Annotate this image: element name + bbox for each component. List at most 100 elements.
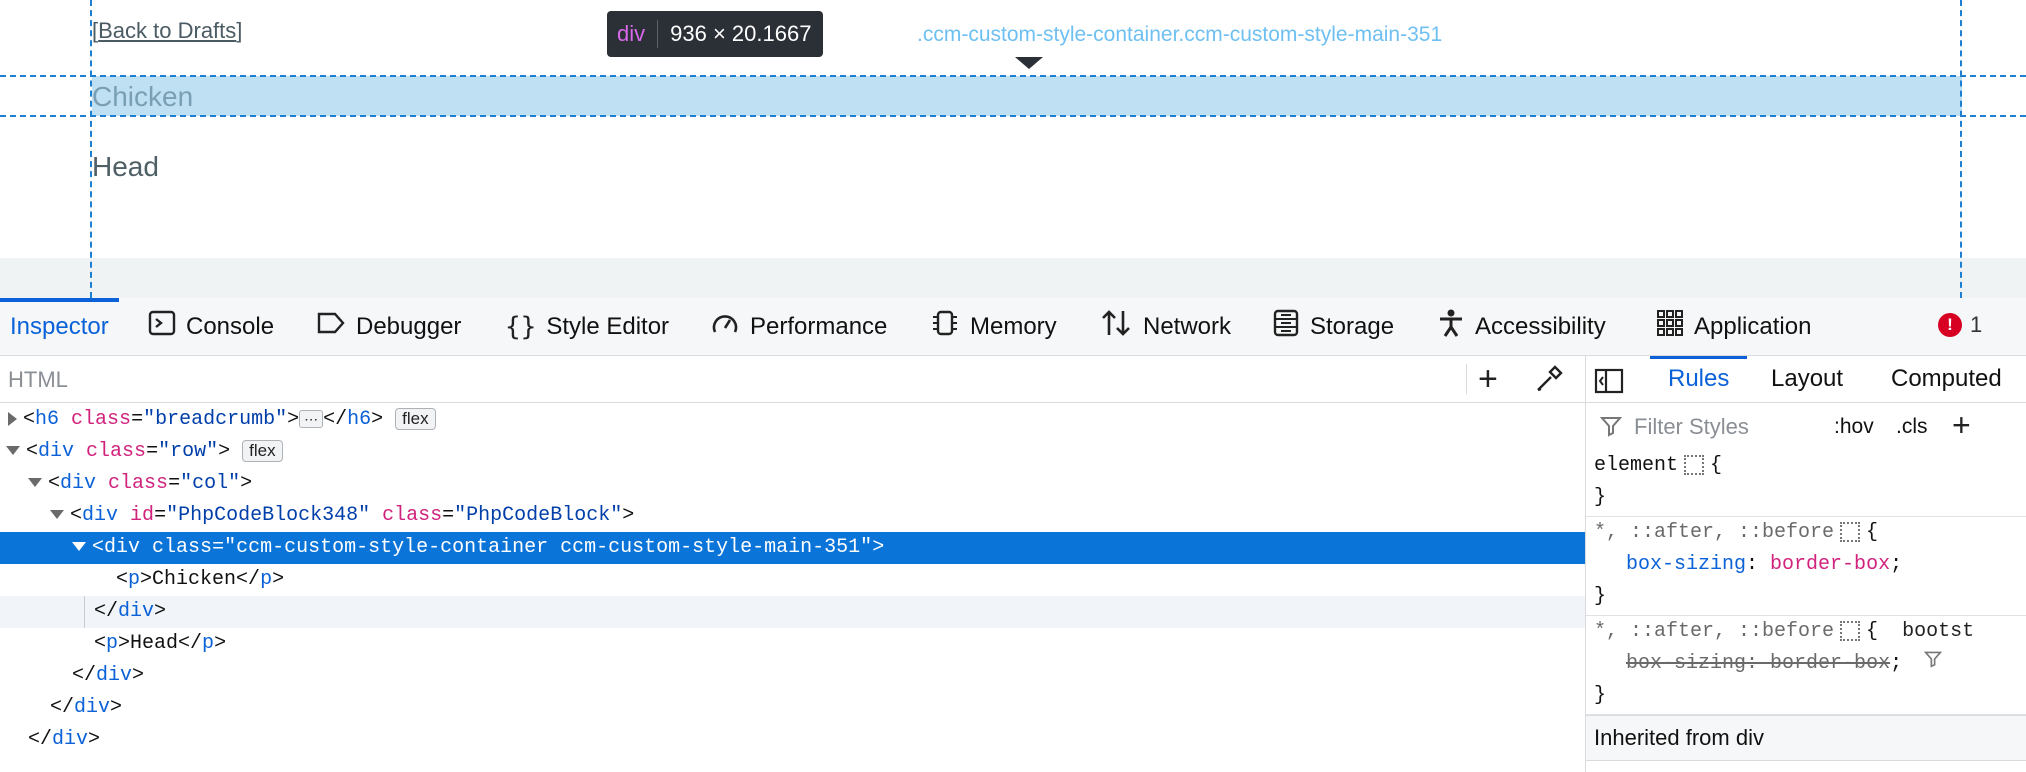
tab-rules[interactable]: Rules bbox=[1649, 356, 1748, 402]
grid-icon[interactable] bbox=[1684, 454, 1705, 475]
add-node-button[interactable]: + bbox=[1478, 362, 1498, 396]
tree-node-close-div[interactable]: </div> bbox=[0, 724, 1585, 756]
tab-performance-label: Performance bbox=[750, 312, 888, 340]
devtools-tabbar: Inspector Console Debugger {} Style Edit… bbox=[0, 298, 2026, 356]
accessibility-icon bbox=[1437, 308, 1465, 345]
tab-style-editor-label: Style Editor bbox=[546, 312, 670, 340]
rule-selector: *, ::after, ::before bbox=[1594, 620, 1835, 643]
guide-bottom bbox=[0, 115, 2026, 117]
flex-badge[interactable]: flex bbox=[242, 439, 283, 462]
hov-toggle[interactable]: :hov bbox=[1834, 415, 1874, 439]
back-to-drafts-anchor[interactable]: Back to Drafts bbox=[98, 18, 236, 43]
eyedropper-icon[interactable] bbox=[1534, 364, 1564, 399]
grid-icon[interactable] bbox=[1840, 620, 1861, 641]
tab-debugger[interactable]: Debugger bbox=[316, 298, 461, 355]
application-icon bbox=[1656, 309, 1684, 344]
tree-node-p-head[interactable]: <p>Head</p> bbox=[0, 628, 1585, 660]
storage-icon bbox=[1272, 308, 1300, 345]
collapse-arrow-icon[interactable] bbox=[50, 510, 64, 520]
highlighted-paragraph: Chicken bbox=[92, 81, 194, 112]
tree-node-close-div[interactable]: </div> bbox=[0, 596, 1585, 628]
sidebar-tabs: Rules Layout Computed bbox=[1586, 356, 2026, 403]
grid-icon[interactable] bbox=[1840, 521, 1861, 542]
tab-application[interactable]: Application bbox=[1656, 298, 1811, 355]
tab-inspector-label: Inspector bbox=[10, 312, 109, 340]
tree-node-div-phpcodeblock[interactable]: <div id="PhpCodeBlock348" class="PhpCode… bbox=[0, 500, 1585, 532]
rule-source-link[interactable]: bootst bbox=[1902, 620, 1974, 643]
collapse-arrow-icon[interactable] bbox=[28, 478, 42, 488]
page-viewport: [Back to Drafts] Chicken Head div .ccm-cu… bbox=[0, 0, 2026, 298]
tree-node-close-div[interactable]: </div> bbox=[0, 660, 1585, 692]
tree-node-div-row[interactable]: <div class="row"> flex bbox=[0, 436, 1585, 468]
indent-guide bbox=[84, 596, 85, 628]
tab-accessibility[interactable]: Accessibility bbox=[1437, 298, 1606, 355]
rule-box-sizing: *, ::after, ::before{ box-sizing: border… bbox=[1586, 517, 2026, 616]
tab-memory-label: Memory bbox=[970, 312, 1057, 340]
tab-storage[interactable]: Storage bbox=[1272, 298, 1394, 355]
tooltip-separator bbox=[657, 20, 659, 48]
tab-storage-label: Storage bbox=[1310, 312, 1395, 340]
page-footer-band bbox=[0, 258, 2026, 298]
guide-right bbox=[1960, 0, 1962, 298]
filter-icon[interactable] bbox=[1923, 651, 1943, 675]
tooltip-arrow bbox=[1015, 57, 1043, 69]
tab-style-editor[interactable]: {} Style Editor bbox=[505, 298, 669, 355]
add-rule-button[interactable]: + bbox=[1952, 409, 1971, 441]
tab-computed[interactable]: Computed bbox=[1891, 356, 2002, 402]
tab-layout[interactable]: Layout bbox=[1771, 356, 1843, 402]
performance-icon bbox=[710, 309, 740, 344]
tooltip-tag: div bbox=[617, 21, 646, 46]
guide-top bbox=[0, 75, 2026, 77]
back-to-drafts-link[interactable]: [Back to Drafts] bbox=[92, 18, 242, 44]
filter-styles-input[interactable] bbox=[1632, 411, 1816, 443]
tab-network-label: Network bbox=[1143, 312, 1232, 340]
rules-pane: Rules Layout Computed :hov .cls + elemen… bbox=[1585, 356, 2026, 772]
tab-inspector[interactable]: Inspector bbox=[0, 298, 119, 355]
tab-memory[interactable]: Memory bbox=[930, 298, 1057, 355]
tree-node-h6[interactable]: <h6 class="breadcrumb"> ⋯ </h6> flex bbox=[0, 404, 1585, 436]
tab-performance[interactable]: Performance bbox=[710, 298, 887, 355]
tab-network[interactable]: Network bbox=[1099, 298, 1231, 355]
markup-search-input[interactable] bbox=[6, 364, 1430, 396]
tooltip-classes: .ccm-custom-style-container.ccm-custom-s… bbox=[917, 23, 1443, 46]
cls-toggle[interactable]: .cls bbox=[1896, 415, 1928, 439]
tree-node-close-div[interactable]: </div> bbox=[0, 692, 1585, 724]
devtools-panel: Inspector Console Debugger {} Style Edit… bbox=[0, 298, 2026, 772]
property-value[interactable]: border-box bbox=[1770, 553, 1890, 576]
head-paragraph: Head bbox=[92, 151, 159, 182]
error-indicator[interactable]: ! 1 bbox=[1938, 312, 1982, 338]
expand-arrow-icon[interactable] bbox=[8, 411, 17, 426]
rule-box-sizing-overridden: *, ::after, ::before{ bootst box-sizing:… bbox=[1586, 616, 2026, 715]
debugger-icon bbox=[316, 309, 346, 344]
tab-console-label: Console bbox=[186, 312, 275, 340]
style-editor-icon: {} bbox=[505, 311, 537, 342]
tab-accessibility-label: Accessibility bbox=[1475, 312, 1606, 340]
collapse-arrow-icon[interactable] bbox=[72, 542, 86, 552]
tree-node-div-col[interactable]: <div class="col"> bbox=[0, 468, 1585, 500]
markup-search-row: + bbox=[0, 356, 1585, 403]
markup-pane: + <h6 class="breadcrumb">⋯</h6> flex <di… bbox=[0, 356, 1585, 772]
tab-application-label: Application bbox=[1694, 312, 1812, 340]
inherited-header: Inherited from div bbox=[1586, 715, 2026, 761]
collapse-arrow-icon[interactable] bbox=[6, 446, 20, 456]
rule-element: element{ } bbox=[1586, 450, 2026, 517]
tooltip-dimensions: 936 × 20.1667 bbox=[670, 21, 812, 46]
error-count: 1 bbox=[1970, 312, 1983, 337]
markup-tree: <h6 class="breadcrumb"> ⋯ </h6> flex <div … bbox=[0, 404, 1585, 756]
tree-node-p-chicken[interactable]: <p>Chicken</p> bbox=[0, 564, 1585, 596]
element-highlight-overlay bbox=[92, 76, 1962, 116]
network-icon bbox=[1099, 308, 1133, 345]
guide-left bbox=[90, 0, 92, 298]
property-name[interactable]: box-sizing bbox=[1626, 553, 1746, 576]
tab-debugger-label: Debugger bbox=[356, 312, 462, 340]
collapsed-content-ellipsis[interactable]: ⋯ bbox=[299, 409, 324, 428]
filter-row: :hov .cls + bbox=[1586, 403, 2026, 449]
error-icon: ! bbox=[1938, 313, 1962, 337]
rule-selector: *, ::after, ::before bbox=[1594, 521, 1835, 544]
overridden-value[interactable]: border-box bbox=[1770, 652, 1890, 675]
overridden-property[interactable]: box-sizing bbox=[1626, 652, 1746, 675]
tab-console[interactable]: Console bbox=[148, 298, 274, 355]
rules-list: element{ } *, ::after, ::before{ box-siz… bbox=[1586, 450, 2026, 761]
tree-node-div-selected[interactable]: <div class="ccm-custom-style-container c… bbox=[0, 532, 1585, 564]
flex-badge[interactable]: flex bbox=[395, 407, 436, 430]
